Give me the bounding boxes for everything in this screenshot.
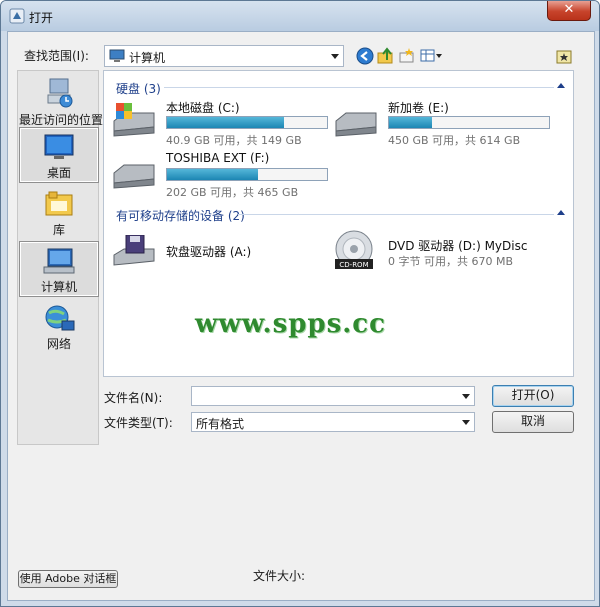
lookin-value: 计算机 (129, 51, 166, 65)
place-label: 网络 (46, 337, 71, 351)
place-libraries[interactable]: 库 (19, 185, 99, 241)
place-computer[interactable]: 计算机 (19, 241, 99, 297)
collapse-up-icon[interactable] (557, 83, 565, 88)
group-header-removable[interactable]: 有可移动存储的设备 (2) (116, 207, 245, 224)
adobe-dialog-button[interactable]: 使用 Adobe 对话框 (18, 570, 118, 588)
filetype-value: 所有格式 (196, 417, 245, 431)
filetype-dropdown[interactable]: 所有格式 (191, 412, 475, 432)
up-folder-icon[interactable] (377, 47, 395, 65)
usage-fill (389, 117, 433, 128)
place-label: 库 (52, 223, 65, 237)
drive-info: 202 GB 可用，共 465 GB (166, 186, 299, 199)
app-icon (9, 8, 25, 24)
close-button[interactable]: ✕ (547, 1, 591, 21)
drive-c[interactable]: 本地磁盘 (C:) 40.9 GB 可用，共 149 GB (110, 99, 330, 149)
group-divider (238, 214, 554, 215)
floppy-drive-icon (113, 235, 155, 266)
place-label: 最近访问的位置 (19, 113, 104, 127)
lookin-label: 查找范围(I): (24, 49, 89, 63)
usage-bar (166, 168, 328, 181)
collapse-up-icon[interactable] (557, 210, 565, 215)
drive-f[interactable]: TOSHIBA EXT (F:) 202 GB 可用，共 465 GB (110, 151, 330, 201)
new-folder-icon[interactable] (398, 47, 416, 65)
title-bar[interactable]: 打开 ✕ (1, 1, 599, 31)
dvd-drive-icon: CD-ROM (335, 230, 373, 269)
usage-bar (166, 116, 328, 129)
group-divider (164, 87, 554, 88)
place-label: 计算机 (40, 280, 77, 294)
chevron-down-icon[interactable] (462, 394, 470, 399)
external-drive-icon (113, 164, 155, 189)
disc-label: CD-ROM (339, 261, 368, 269)
drive-e[interactable]: 新加卷 (E:) 450 GB 可用，共 614 GB (332, 99, 552, 149)
chevron-down-icon (462, 420, 470, 425)
drive-name: 新加卷 (E:) (388, 101, 449, 115)
place-desktop[interactable]: 桌面 (19, 127, 99, 183)
computer-small-icon (109, 49, 125, 62)
file-size-label: 文件大小: (253, 569, 306, 583)
usage-fill (167, 117, 284, 128)
places-bar: 最近访问的位置 桌面 库 计算机 网络 (17, 70, 104, 445)
drive-info: 0 字节 可用，共 670 MB (388, 255, 514, 268)
open-button[interactable]: 打开(O) (492, 385, 574, 407)
drive-name: TOSHIBA EXT (F:) (166, 151, 270, 165)
cancel-button[interactable]: 取消 (492, 411, 574, 433)
place-recent[interactable]: 最近访问的位置 (19, 73, 104, 129)
drive-a[interactable]: 软盘驱动器 (A:) (110, 231, 330, 281)
watermark: www.spps.cc (195, 309, 386, 339)
filename-combo[interactable] (191, 386, 475, 406)
libraries-icon (45, 191, 73, 216)
filename-label: 文件名(N): (104, 391, 163, 405)
place-label: 桌面 (46, 166, 71, 180)
close-icon: ✕ (563, 2, 575, 17)
view-menu-icon[interactable] (420, 47, 444, 65)
recent-places-icon (47, 78, 73, 108)
drive-info: 450 GB 可用，共 614 GB (388, 134, 521, 147)
computer-icon (43, 248, 75, 274)
drive-name: DVD 驱动器 (D:) MyDisc (388, 239, 528, 253)
filetype-label: 文件类型(T): (104, 416, 173, 430)
back-icon[interactable] (356, 47, 374, 65)
drive-name: 本地磁盘 (C:) (166, 101, 240, 115)
usage-fill (167, 169, 259, 180)
drive-info: 40.9 GB 可用，共 149 GB (166, 134, 302, 147)
chevron-down-icon (331, 54, 339, 59)
drive-d[interactable]: CD-ROM DVD 驱动器 (D:) MyDisc 0 字节 可用，共 670… (332, 229, 552, 279)
favorites-folder-icon[interactable] (555, 47, 573, 65)
desktop-icon (44, 134, 74, 159)
network-icon (45, 305, 75, 331)
group-header-hard-disks[interactable]: 硬盘 (3) (116, 80, 161, 97)
hard-drive-icon (335, 112, 377, 137)
window-title: 打开 (29, 11, 54, 25)
usage-bar (388, 116, 550, 129)
filename-input[interactable] (194, 388, 460, 404)
system-drive-icon (113, 103, 155, 137)
lookin-dropdown[interactable]: 计算机 (104, 45, 344, 67)
drive-name: 软盘驱动器 (A:) (166, 245, 252, 259)
place-network[interactable]: 网络 (19, 299, 99, 355)
